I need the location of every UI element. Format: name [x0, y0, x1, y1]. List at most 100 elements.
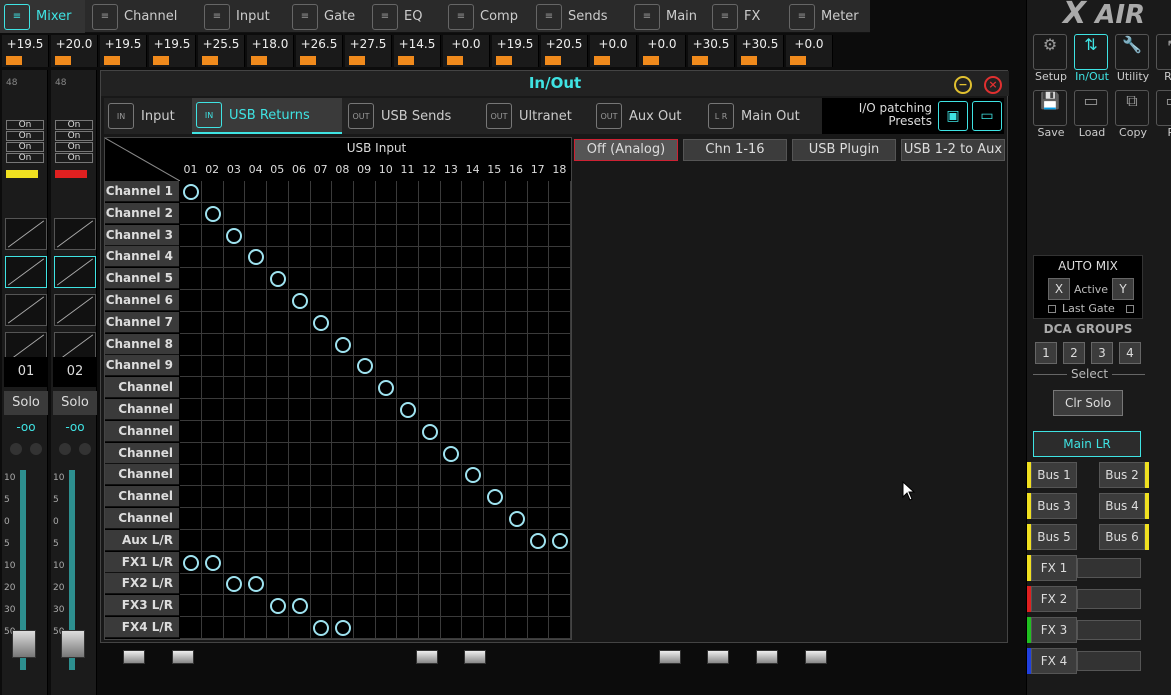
- patch-point[interactable]: [462, 486, 485, 509]
- tab-input[interactable]: ≡ Input: [200, 0, 280, 33]
- patch-point[interactable]: [375, 464, 398, 487]
- fx-thumbnail[interactable]: [1077, 558, 1141, 578]
- patch-point[interactable]: [223, 377, 246, 400]
- patch-point[interactable]: [548, 573, 571, 596]
- patch-point[interactable]: [548, 246, 571, 269]
- reset-icon[interactable]: ↖: [1156, 34, 1171, 70]
- patch-point-active[interactable]: [245, 246, 268, 269]
- patch-point[interactable]: [375, 486, 398, 509]
- patch-point[interactable]: [548, 551, 571, 574]
- patch-point[interactable]: [353, 246, 376, 269]
- patch-point[interactable]: [201, 529, 224, 552]
- tab-main[interactable]: ≡ Main: [630, 0, 700, 33]
- patch-point[interactable]: [223, 181, 246, 203]
- last-gate-checkbox-y[interactable]: [1126, 305, 1134, 313]
- patch-point-active[interactable]: [266, 268, 289, 291]
- patch-point[interactable]: [310, 573, 333, 596]
- patch-point[interactable]: [331, 420, 354, 443]
- processing-thumbnail[interactable]: [5, 294, 47, 326]
- patch-point[interactable]: [310, 202, 333, 225]
- solo-button[interactable]: Solo: [4, 391, 48, 415]
- patch-point[interactable]: [397, 333, 419, 356]
- patch-point[interactable]: [310, 442, 333, 465]
- patch-point[interactable]: [310, 377, 333, 400]
- patch-point[interactable]: [418, 355, 441, 378]
- patch-point[interactable]: [418, 399, 441, 421]
- patch-point[interactable]: [440, 399, 463, 421]
- patch-point[interactable]: [310, 508, 333, 530]
- patch-point[interactable]: [353, 268, 376, 291]
- fx-button[interactable]: FX 1: [1031, 555, 1077, 581]
- patch-point[interactable]: [288, 573, 311, 596]
- patch-point[interactable]: [418, 377, 441, 400]
- patch-point[interactable]: [418, 311, 441, 334]
- patch-point[interactable]: [180, 311, 202, 334]
- patch-point[interactable]: [201, 464, 224, 487]
- patch-point[interactable]: [353, 181, 376, 203]
- patch-point[interactable]: [440, 377, 463, 400]
- dialog-tab-main-out[interactable]: L R Main Out: [704, 98, 819, 134]
- patch-point-active[interactable]: [223, 224, 246, 247]
- patch-point[interactable]: [527, 181, 550, 203]
- patch-point[interactable]: [266, 355, 289, 378]
- patch-point[interactable]: [462, 529, 485, 552]
- patch-point[interactable]: [180, 442, 202, 465]
- on-button[interactable]: On: [6, 131, 44, 141]
- patch-point[interactable]: [245, 224, 268, 247]
- patch-point[interactable]: [353, 529, 376, 552]
- patch-point[interactable]: [527, 486, 550, 509]
- patch-point[interactable]: [527, 311, 550, 334]
- patch-point[interactable]: [353, 442, 376, 465]
- folder-icon[interactable]: ▭: [1074, 90, 1108, 126]
- patch-point[interactable]: [331, 595, 354, 618]
- patch-point[interactable]: [180, 573, 202, 596]
- inout-icon[interactable]: ⇅: [1074, 34, 1108, 70]
- dialog-tab-usb-returns[interactable]: IN USB Returns: [192, 98, 342, 134]
- patch-point[interactable]: [505, 202, 528, 225]
- bus-button[interactable]: Bus 1: [1031, 462, 1077, 488]
- patch-point[interactable]: [505, 595, 528, 618]
- dca-button[interactable]: 3: [1091, 342, 1113, 364]
- patch-point[interactable]: [288, 464, 311, 487]
- patch-point[interactable]: [180, 420, 202, 443]
- patch-point-active[interactable]: [223, 573, 246, 596]
- patch-point[interactable]: [527, 573, 550, 596]
- patch-point[interactable]: [310, 246, 333, 269]
- patch-point[interactable]: [201, 333, 224, 356]
- patch-point[interactable]: [223, 442, 246, 465]
- patch-point[interactable]: [310, 464, 333, 487]
- patch-point[interactable]: [180, 617, 202, 639]
- patch-point[interactable]: [505, 333, 528, 356]
- patch-point[interactable]: [462, 420, 485, 443]
- patch-point[interactable]: [310, 224, 333, 247]
- fx-thumbnail[interactable]: [1077, 620, 1141, 640]
- patch-point[interactable]: [397, 551, 419, 574]
- patch-point[interactable]: [548, 333, 571, 356]
- fx-thumbnail[interactable]: [1077, 651, 1141, 671]
- patch-point[interactable]: [201, 508, 224, 530]
- tab-sends[interactable]: ≡ Sends: [532, 0, 622, 33]
- patch-point[interactable]: [440, 355, 463, 378]
- patch-point[interactable]: [180, 377, 202, 400]
- patch-point[interactable]: [462, 268, 485, 291]
- patch-point[interactable]: [527, 268, 550, 291]
- patch-point[interactable]: [266, 508, 289, 530]
- patch-point[interactable]: [201, 290, 224, 312]
- patch-point[interactable]: [397, 508, 419, 530]
- patch-point-active[interactable]: [201, 551, 224, 574]
- copy-icon[interactable]: ⧉: [1115, 90, 1149, 126]
- patch-point[interactable]: [180, 224, 202, 247]
- bus-button[interactable]: Bus 2: [1099, 462, 1145, 488]
- patch-point-active[interactable]: [245, 573, 268, 596]
- patch-point[interactable]: [418, 508, 441, 530]
- patch-point[interactable]: [418, 268, 441, 291]
- patch-point[interactable]: [288, 420, 311, 443]
- patch-point[interactable]: [483, 617, 506, 639]
- patch-point[interactable]: [418, 202, 441, 225]
- patch-point[interactable]: [462, 442, 485, 465]
- patch-point[interactable]: [397, 420, 419, 443]
- patch-point[interactable]: [223, 311, 246, 334]
- automix-y-button[interactable]: Y: [1112, 278, 1134, 300]
- patch-point[interactable]: [353, 551, 376, 574]
- patch-point[interactable]: [462, 181, 485, 203]
